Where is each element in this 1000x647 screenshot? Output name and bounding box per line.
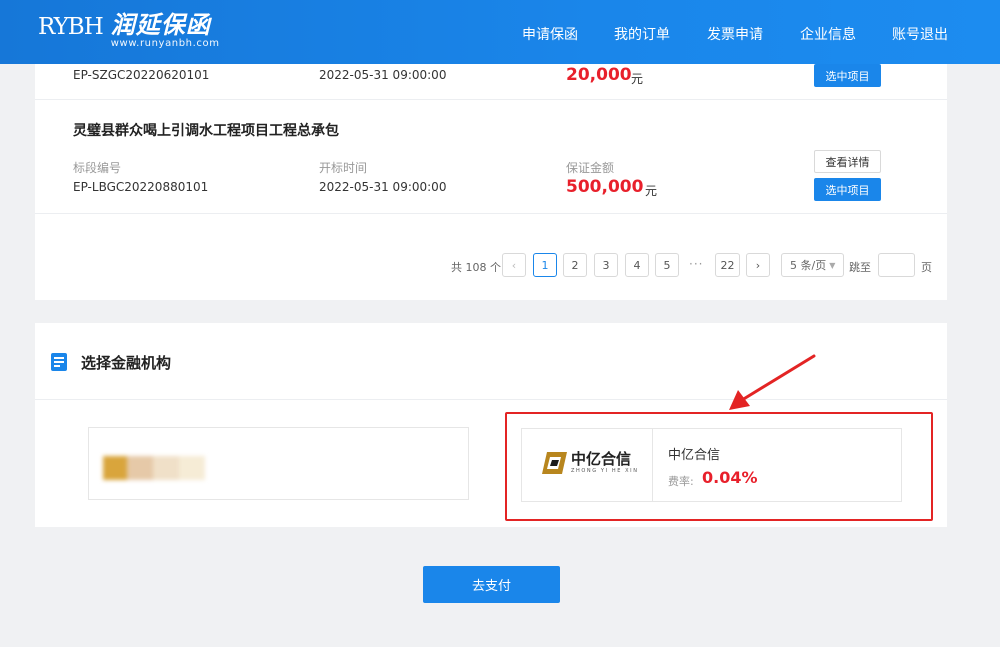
page-size-select[interactable]: 5 条/页 ▼ <box>781 253 844 277</box>
project-code: EP-LBGC20220880101 <box>73 180 209 194</box>
pay-button[interactable]: 去支付 <box>423 566 560 603</box>
select-project-button[interactable]: 选中项目 <box>814 178 881 201</box>
site-logo[interactable]: RYBH 润延保函 www.runyanbh.com <box>38 12 220 50</box>
institution-logo: 中亿合信 ZHONG YI HE XIN <box>542 451 639 475</box>
project-code: EP-SZGC20220620101 <box>73 68 210 82</box>
annotation-arrow-icon <box>729 354 816 410</box>
nav-company-info[interactable]: 企业信息 <box>800 24 856 44</box>
nav-logout[interactable]: 账号退出 <box>892 24 948 44</box>
top-header: RYBH 润延保函 www.runyanbh.com 申请保函 我的订单 发票申… <box>0 0 1000 64</box>
jump-page-input[interactable] <box>878 253 915 277</box>
pagination-page-last[interactable]: 22 <box>715 253 740 277</box>
logo-url: www.runyanbh.com <box>110 38 220 49</box>
code-label: 标段编号 <box>73 161 122 175</box>
logo-abbr: RYBH <box>38 14 104 40</box>
select-project-button[interactable]: 选中项目 <box>814 64 881 87</box>
project-row: 灵璧县群众喝上引调水工程项目工程总承包 标段编号 EP-LBGC20220880… <box>35 100 947 214</box>
project-amount: 20,000 <box>566 65 632 85</box>
project-open-time: 2022-05-31 09:00:00 <box>319 68 447 82</box>
section-title: 选择金融机构 <box>81 354 172 372</box>
rate-value: 0.04% <box>702 468 758 487</box>
pagination-page-4[interactable]: 4 <box>625 253 649 277</box>
pagination-ellipsis[interactable]: ··· <box>689 257 703 271</box>
chevron-down-icon: ▼ <box>829 260 836 270</box>
pagination-page-5[interactable]: 5 <box>655 253 679 277</box>
institution-logo-pinyin: ZHONG YI HE XIN <box>571 468 639 474</box>
document-list-icon <box>51 353 67 371</box>
pagination-prev-button[interactable]: ‹ <box>502 253 526 277</box>
amount-label: 保证金额 <box>566 161 615 175</box>
pagination-page-2[interactable]: 2 <box>563 253 587 277</box>
pagination-next-button[interactable]: › <box>746 253 770 277</box>
time-label: 开标时间 <box>319 161 368 175</box>
project-amount: 500,000 <box>566 177 644 197</box>
project-list-card: EP-SZGC20220620101 2022-05-31 09:00:00 2… <box>35 64 947 300</box>
pagination-total: 共 108 个 <box>451 261 501 274</box>
view-detail-button[interactable]: 查看详情 <box>814 150 881 173</box>
institution-logo-area: 中亿合信 ZHONG YI HE XIN <box>522 429 653 501</box>
selected-highlight-frame: 中亿合信 ZHONG YI HE XIN 中亿合信 费率: 0.04% <box>505 412 933 521</box>
currency-unit: 元 <box>631 72 644 86</box>
institution-option-selected[interactable]: 中亿合信 ZHONG YI HE XIN 中亿合信 费率: 0.04% <box>521 428 902 502</box>
nav-my-orders[interactable]: 我的订单 <box>614 24 670 44</box>
zhongyi-logo-mark-icon <box>542 452 567 474</box>
project-title: 灵璧县群众喝上引调水工程项目工程总承包 <box>73 123 339 139</box>
project-row: EP-SZGC20220620101 2022-05-31 09:00:00 2… <box>35 64 947 100</box>
institution-name: 中亿合信 <box>668 448 721 463</box>
institution-logo-text: 中亿合信 <box>571 450 632 468</box>
jump-label: 跳至 <box>849 261 871 274</box>
page-unit-label: 页 <box>921 261 932 274</box>
page-size-value: 5 条/页 <box>790 259 827 272</box>
project-open-time: 2022-05-31 09:00:00 <box>319 180 447 194</box>
nav-invoice-request[interactable]: 发票申请 <box>707 24 763 44</box>
pagination-page-1[interactable]: 1 <box>533 253 557 277</box>
nav-apply-guarantee[interactable]: 申请保函 <box>522 24 578 44</box>
logo-chinese-name: 润延保函 <box>110 11 211 39</box>
pagination-page-3[interactable]: 3 <box>594 253 618 277</box>
rate-label: 费率: <box>668 475 694 488</box>
institution-option[interactable] <box>88 427 469 500</box>
currency-unit: 元 <box>645 184 658 198</box>
institution-logo-blurred <box>103 456 205 480</box>
